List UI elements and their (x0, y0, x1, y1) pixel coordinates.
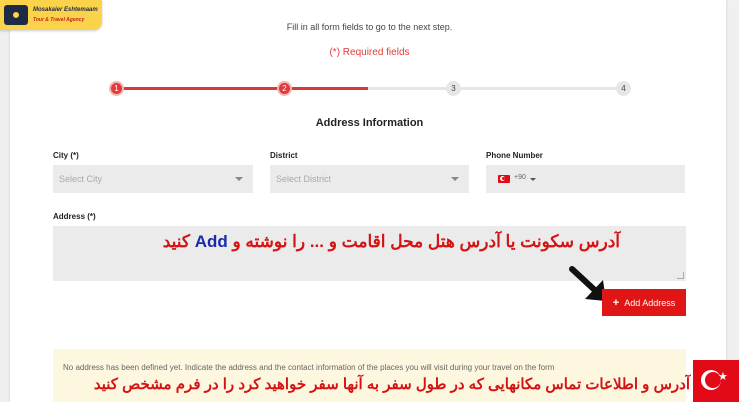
persian-hint-part-1: آدرس سکونت یا آدرس هتل محل اقامت و ... ر… (232, 232, 621, 251)
camera-icon (4, 5, 28, 25)
plus-icon: + (612, 296, 620, 309)
dial-code[interactable]: +90 (514, 174, 526, 181)
chevron-down-icon (235, 177, 243, 181)
city-select-value: Select City (59, 174, 103, 184)
brand-name: Mosakaier Eshtemaam (33, 7, 98, 13)
form-instruction: Fill in all form fields to go to the nex… (286, 22, 453, 32)
phone-input[interactable]: +90 (486, 165, 685, 193)
form-card (10, 0, 726, 402)
district-label: District (270, 151, 298, 160)
district-select[interactable]: Select District (270, 165, 469, 193)
address-label: Address (*) (53, 212, 96, 221)
persian-hint-address: آدرس سکونت یا آدرس هتل محل اقامت و ... ر… (150, 232, 620, 252)
step-1[interactable]: 1 (109, 81, 124, 96)
chevron-down-icon[interactable] (530, 178, 536, 181)
turkey-flag-icon[interactable] (498, 175, 510, 183)
required-fields-note: (*) Required fields (329, 47, 410, 58)
stepper-progress-line (116, 87, 368, 90)
phone-label: Phone Number (486, 151, 543, 160)
stepper-remaining-line (368, 87, 624, 90)
section-title: Address Information (315, 117, 424, 129)
persian-hint-contact: آدرس و اطلاعات تماس مکانهایی که در طول س… (93, 376, 690, 393)
brand-text: Mosakaier Eshtemaam Tour & Travel Agency (33, 5, 98, 25)
step-3[interactable]: 3 (446, 81, 461, 96)
persian-hint-add-word: Add (194, 232, 228, 251)
city-label: City (*) (53, 151, 79, 160)
district-select-value: Select District (276, 174, 332, 184)
brand-tagline: Tour & Travel Agency (33, 17, 85, 23)
add-address-button[interactable]: + Add Address (602, 289, 686, 316)
star-icon: ★ (718, 371, 728, 383)
add-address-label: Add Address (624, 297, 676, 308)
brand-logo: Mosakaier Eshtemaam Tour & Travel Agency (0, 0, 102, 30)
city-select[interactable]: Select City (53, 165, 253, 193)
persian-hint-part-2: کنید (162, 232, 190, 251)
resize-handle-icon[interactable] (677, 272, 684, 279)
notice-text: No address has been defined yet. Indicat… (63, 363, 555, 372)
step-2[interactable]: 2 (277, 81, 292, 96)
chevron-down-icon (451, 177, 459, 181)
turkey-flag-icon: ★ (693, 360, 739, 402)
step-4[interactable]: 4 (616, 81, 631, 96)
